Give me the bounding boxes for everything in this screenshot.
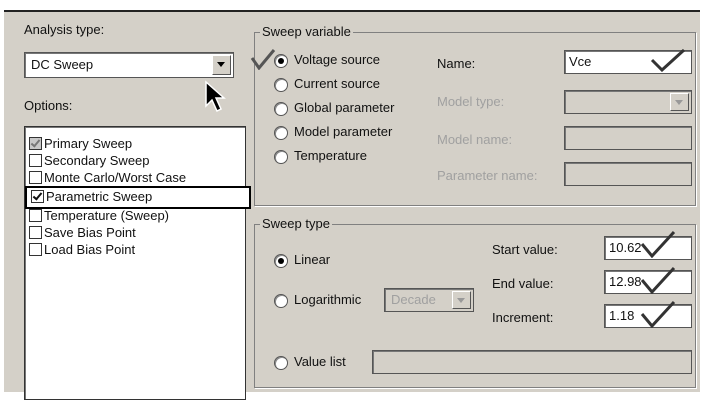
simulation-settings-dialog: Analysis type: DC Sweep Options: Primary… bbox=[4, 10, 700, 400]
parameter-name-field[interactable] bbox=[564, 162, 692, 186]
checkmark-annotation-icon bbox=[640, 300, 676, 328]
value-list-field[interactable] bbox=[372, 350, 692, 374]
mouse-cursor-icon bbox=[205, 80, 226, 113]
radio-logarithmic[interactable] bbox=[274, 294, 288, 308]
analysis-type-combo[interactable]: DC Sweep bbox=[24, 52, 234, 78]
checkmark-annotation-icon bbox=[250, 49, 276, 70]
radio-temperature[interactable] bbox=[274, 150, 288, 164]
option-load-bias-point[interactable]: Load Bias Point bbox=[29, 241, 135, 258]
log-scale-combo[interactable]: Decade bbox=[384, 288, 474, 312]
option-save-bias-point[interactable]: Save Bias Point bbox=[29, 224, 136, 241]
temperature-label: Temperature bbox=[294, 148, 367, 163]
options-label: Options: bbox=[24, 98, 73, 113]
radio-global-parameter[interactable] bbox=[274, 102, 288, 116]
model-name-label: Model name: bbox=[437, 132, 513, 147]
option-monte-carlo[interactable]: Monte Carlo/Worst Case bbox=[29, 169, 186, 186]
checkbox[interactable] bbox=[29, 243, 42, 257]
checkbox[interactable] bbox=[29, 226, 42, 240]
parameter-name-label: Parameter name: bbox=[437, 168, 538, 183]
end-value-label: End value: bbox=[492, 276, 554, 291]
radio-voltage-source[interactable] bbox=[274, 54, 288, 68]
chevron-down-icon bbox=[457, 298, 465, 303]
radio-current-source[interactable] bbox=[274, 78, 288, 92]
log-scale-dropdown-button[interactable] bbox=[452, 291, 471, 309]
checkbox[interactable] bbox=[29, 209, 42, 223]
model-type-combo[interactable] bbox=[564, 90, 692, 114]
option-temperature-sweep[interactable]: Temperature (Sweep) bbox=[29, 207, 169, 224]
sweep-type-title: Sweep type bbox=[260, 216, 332, 231]
increment-label: Increment: bbox=[492, 310, 554, 325]
value-list-label: Value list bbox=[294, 354, 346, 369]
model-type-dropdown-button[interactable] bbox=[670, 93, 689, 111]
option-secondary-sweep[interactable]: Secondary Sweep bbox=[29, 152, 150, 169]
checkmark-annotation-icon bbox=[650, 48, 686, 72]
name-label: Name: bbox=[437, 56, 476, 71]
radio-model-parameter[interactable] bbox=[274, 126, 288, 140]
sweep-variable-title: Sweep variable bbox=[260, 24, 353, 39]
current-source-label: Current source bbox=[294, 76, 380, 91]
chevron-down-icon bbox=[675, 100, 683, 105]
checkbox[interactable] bbox=[29, 154, 42, 168]
options-listbox[interactable]: Primary Sweep Secondary Sweep Monte Carl… bbox=[24, 126, 251, 400]
option-parametric-sweep[interactable]: Parametric Sweep bbox=[25, 186, 251, 209]
analysis-type-value: DC Sweep bbox=[31, 57, 94, 72]
analysis-type-dropdown-button[interactable] bbox=[212, 55, 231, 75]
radio-linear[interactable] bbox=[274, 254, 288, 268]
checkbox[interactable] bbox=[31, 190, 44, 204]
global-parameter-label: Global parameter bbox=[294, 100, 395, 115]
checkbox[interactable] bbox=[29, 171, 42, 185]
model-name-field[interactable] bbox=[564, 126, 692, 150]
analysis-type-label: Analysis type: bbox=[24, 22, 105, 37]
log-scale-value: Decade bbox=[391, 292, 436, 307]
linear-label: Linear bbox=[294, 252, 331, 267]
option-primary-sweep[interactable]: Primary Sweep bbox=[29, 135, 132, 152]
voltage-source-label: Voltage source bbox=[294, 52, 381, 67]
model-type-label: Model type: bbox=[437, 94, 505, 109]
chevron-down-icon bbox=[217, 62, 225, 67]
start-value-label: Start value: bbox=[492, 242, 558, 257]
model-parameter-label: Model parameter bbox=[294, 124, 393, 139]
checkmark-annotation-icon bbox=[640, 230, 676, 258]
checkmark-annotation-icon bbox=[640, 266, 676, 294]
logarithmic-label: Logarithmic bbox=[294, 292, 362, 307]
checkbox[interactable] bbox=[29, 137, 42, 151]
radio-value-list[interactable] bbox=[274, 356, 288, 370]
